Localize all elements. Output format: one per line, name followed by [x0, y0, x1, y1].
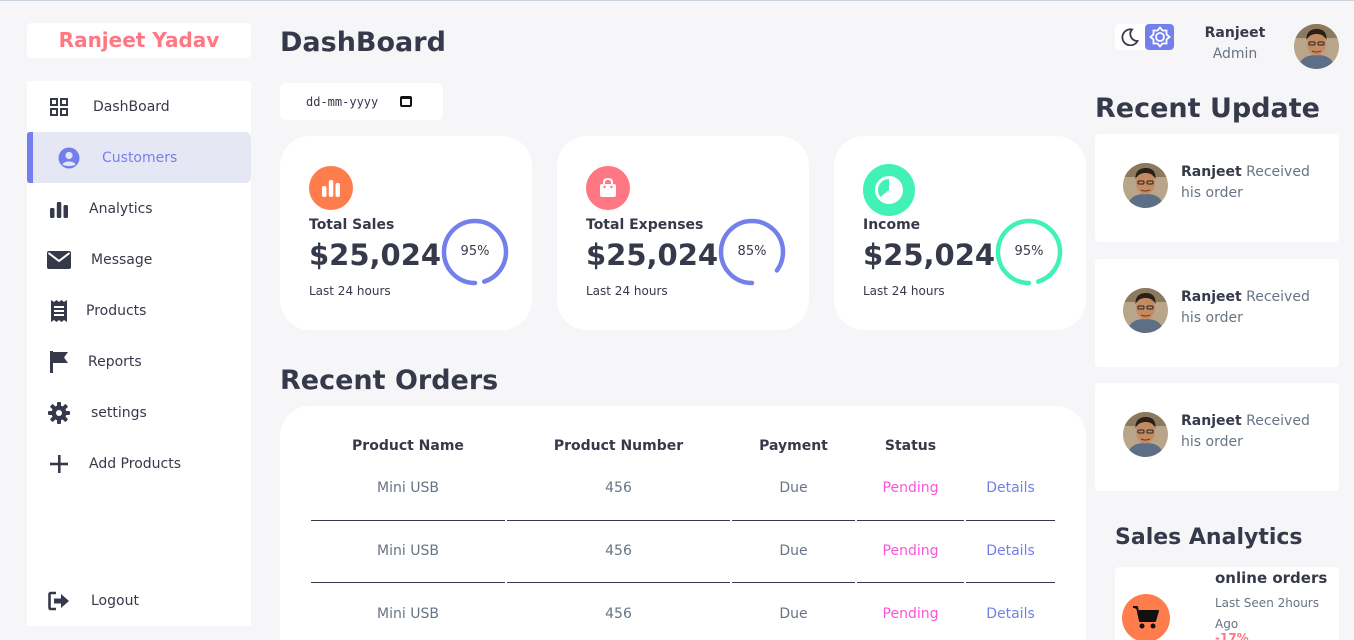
sidebar-item-label: Add Products — [89, 455, 182, 472]
moon-icon[interactable] — [1119, 26, 1141, 48]
calendar-icon[interactable] — [400, 96, 413, 107]
cell-product-name: Mini USB — [377, 543, 439, 559]
flag-icon — [47, 350, 71, 374]
logout-icon — [47, 589, 71, 613]
sidebar-item-settings[interactable]: settings — [27, 387, 251, 438]
card-title: Income — [863, 217, 921, 233]
cell-payment: Due — [779, 606, 808, 622]
sun-icon[interactable] — [1145, 24, 1174, 50]
card-subtext: Last 24 hours — [863, 284, 945, 298]
recent-update-title: Recent Update — [1095, 93, 1320, 124]
update-item: Ranjeet Received his order — [1095, 383, 1339, 491]
profile-role: Admin — [1212, 46, 1258, 62]
progress-percent: 95% — [460, 244, 490, 259]
sidebar-item-reports[interactable]: Reports — [27, 336, 251, 387]
update-text: Ranjeet Received his order — [1181, 287, 1331, 329]
avatar[interactable] — [1294, 24, 1339, 69]
sidebar-item-analytics[interactable]: Analytics — [27, 183, 251, 234]
cell-product-number: 456 — [605, 606, 632, 622]
bar-chart-icon — [309, 166, 353, 210]
envelope-icon — [47, 248, 71, 272]
column-header: Product Number — [553, 438, 684, 454]
user-circle-icon — [57, 146, 81, 170]
cell-status: Pending — [882, 480, 939, 496]
card-value: $25,024 — [586, 238, 719, 272]
sidebar-item-add-products[interactable]: Add Products — [27, 438, 251, 489]
brand-box: Ranjeet Yadav — [27, 23, 251, 58]
cell-status: Pending — [882, 543, 939, 559]
grid-icon — [47, 95, 71, 119]
avatar — [1123, 288, 1168, 333]
column-header: Payment — [759, 438, 828, 454]
card-title: Total Expenses — [586, 217, 704, 233]
update-item: Ranjeet Received his order — [1095, 259, 1339, 367]
sidebar-item-label: Products — [86, 302, 147, 319]
card-income: Income $25,024 Last 24 hours 95% — [834, 136, 1086, 330]
date-input[interactable]: dd-mm-yyyy — [280, 83, 443, 120]
sidebar-item-label: Logout — [91, 592, 139, 609]
sidebar-item-products[interactable]: Products — [27, 285, 251, 336]
sidebar-item-label: DashBoard — [93, 98, 170, 115]
plus-icon — [47, 452, 71, 476]
column-header: Status — [884, 438, 937, 454]
sidebar-item-customers[interactable]: Customers — [27, 132, 251, 183]
update-user: Ranjeet — [1181, 413, 1242, 429]
details-link[interactable]: Details — [966, 543, 1055, 559]
page-title: DashBoard — [280, 27, 446, 58]
cell-product-number: 456 — [605, 543, 632, 559]
cell-product-name: Mini USB — [377, 606, 439, 622]
cell-payment: Due — [779, 480, 808, 496]
progress-percent: 85% — [737, 244, 767, 259]
update-text: Ranjeet Received his order — [1181, 162, 1331, 204]
analytics-item: online orders Last Seen 2hours Ago -17% — [1115, 567, 1339, 640]
avatar — [1123, 412, 1168, 457]
card-total-sales: Total Sales $25,024 Last 24 hours 95% — [280, 136, 532, 330]
shopping-cart-icon — [1122, 594, 1170, 640]
receipt-icon — [47, 299, 71, 323]
details-link[interactable]: Details — [966, 606, 1055, 622]
shopping-bag-icon — [586, 166, 630, 210]
card-subtext: Last 24 hours — [586, 284, 668, 298]
cell-product-number: 456 — [605, 480, 632, 496]
update-user: Ranjeet — [1181, 289, 1242, 305]
cell-status: Pending — [882, 606, 939, 622]
sidebar-item-dashboard[interactable]: DashBoard — [27, 81, 251, 132]
update-user: Ranjeet — [1181, 164, 1242, 180]
analytics-name: online orders — [1215, 569, 1328, 587]
card-subtext: Last 24 hours — [309, 284, 391, 298]
sidebar-item-label: Message — [91, 251, 153, 268]
progress-percent: 95% — [1014, 244, 1044, 259]
details-link[interactable]: Details — [966, 480, 1055, 496]
bar-chart-icon — [47, 197, 71, 221]
logout-button[interactable]: Logout — [27, 575, 251, 626]
date-placeholder: dd-mm-yyyy — [306, 94, 379, 109]
theme-toggle[interactable] — [1115, 24, 1174, 50]
sidebar-item-label: Customers — [102, 149, 178, 166]
avatar — [1123, 163, 1168, 208]
pie-chart-icon — [863, 164, 915, 216]
card-value: $25,024 — [863, 238, 996, 272]
gear-icon — [47, 401, 71, 425]
sidebar-item-label: Analytics — [89, 200, 153, 217]
analytics-percent: -17% — [1215, 631, 1249, 640]
column-header: Product Name — [352, 438, 464, 454]
update-item: Ranjeet Received his order — [1095, 134, 1339, 242]
cell-product-name: Mini USB — [377, 480, 439, 496]
brand-name: Ranjeet Yadav — [58, 28, 220, 52]
sidebar-item-message[interactable]: Message — [27, 234, 251, 285]
cell-payment: Due — [779, 543, 808, 559]
card-title: Total Sales — [309, 217, 395, 233]
sidebar-item-label: settings — [91, 404, 147, 421]
sidebar-item-label: Reports — [88, 353, 142, 370]
sales-analytics-title: Sales Analytics — [1115, 525, 1303, 550]
update-text: Ranjeet Received his order — [1181, 411, 1331, 453]
analytics-last-seen: Last Seen 2hours Ago — [1215, 596, 1319, 631]
recent-orders-title: Recent Orders — [280, 365, 499, 396]
sidebar: DashBoard Customers Analytics Message Pr… — [27, 81, 251, 626]
profile-name: Ranjeet — [1204, 25, 1266, 41]
card-value: $25,024 — [309, 238, 442, 272]
card-total-expenses: Total Expenses $25,024 Last 24 hours 85% — [557, 136, 809, 330]
